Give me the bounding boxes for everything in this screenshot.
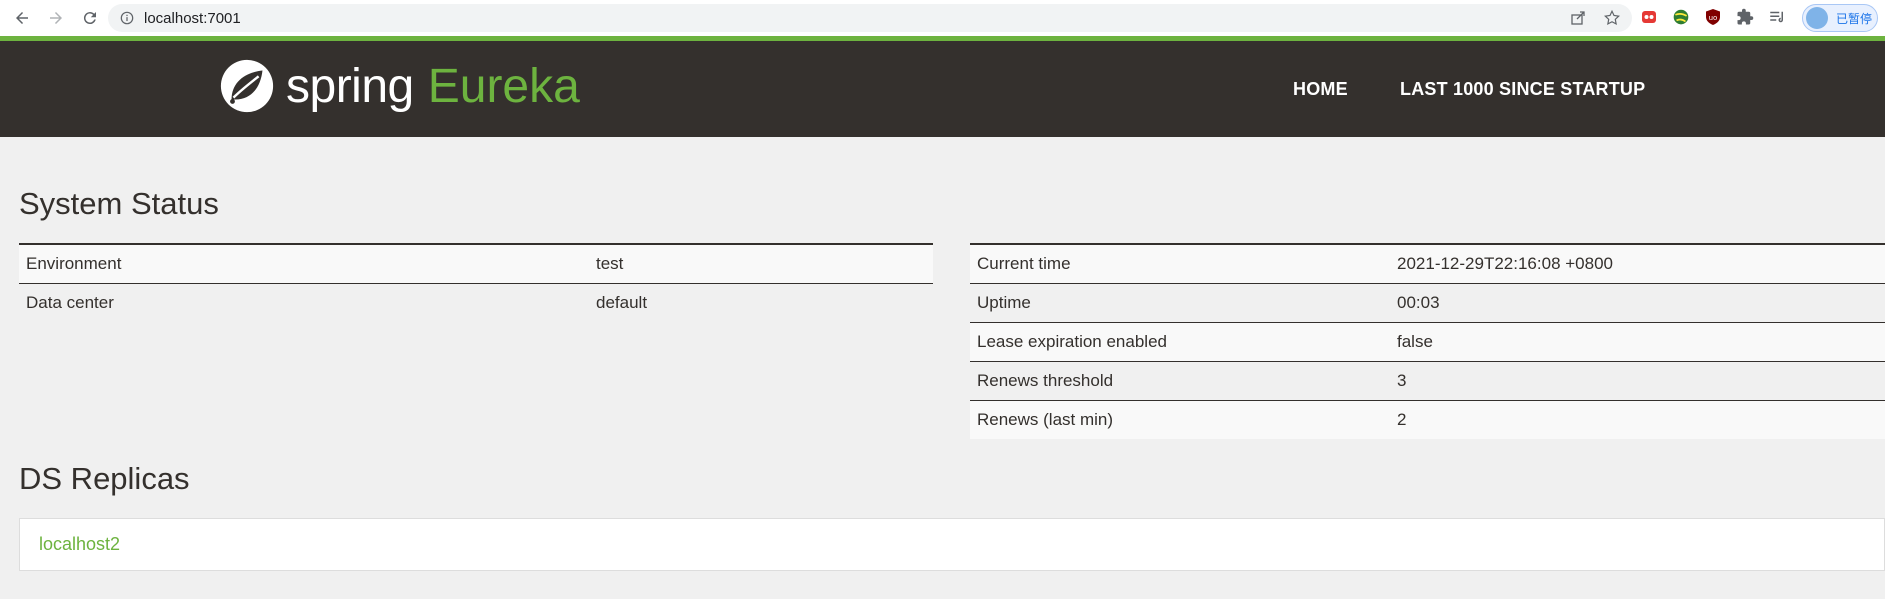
ds-replicas-heading: DS Replicas xyxy=(19,461,190,496)
status-value: 2021-12-29T22:16:08 +0800 xyxy=(1397,253,1613,273)
nav-home-link[interactable]: HOME xyxy=(1293,79,1348,100)
url-text: localhost:7001 xyxy=(144,9,241,27)
status-value: 3 xyxy=(1397,370,1407,390)
forward-icon[interactable] xyxy=(42,4,70,32)
info-icon[interactable] xyxy=(120,11,134,25)
browser-toolbar: localhost:7001 uo 已暂停 xyxy=(0,0,1885,36)
status-row: Environment test xyxy=(19,244,933,283)
status-value: 2 xyxy=(1397,409,1407,429)
bookmark-star-icon[interactable] xyxy=(1602,8,1622,28)
status-label: Lease expiration enabled xyxy=(977,331,1167,351)
status-value: false xyxy=(1397,331,1433,351)
ds-replicas-list: localhost2 xyxy=(19,518,1885,571)
nav-last-1000-link[interactable]: LAST 1000 SINCE STARTUP xyxy=(1400,79,1645,100)
avatar xyxy=(1806,7,1828,29)
spring-leaf-icon xyxy=(220,59,274,113)
brand-logo[interactable]: spring Eureka xyxy=(218,55,580,117)
extensions-puzzle-icon[interactable] xyxy=(1734,6,1756,28)
status-value: default xyxy=(596,292,648,312)
status-row: Current time 2021-12-29T22:16:08 +0800 xyxy=(970,244,1885,283)
status-row: Uptime 00:03 xyxy=(970,283,1885,322)
brand-spring-text: spring xyxy=(286,59,414,113)
profile-status-label: 已暂停 xyxy=(1836,11,1873,26)
status-label: Renews (last min) xyxy=(977,409,1114,429)
back-icon[interactable] xyxy=(8,4,36,32)
status-label: Environment xyxy=(26,253,122,273)
share-icon[interactable] xyxy=(1568,8,1588,28)
reload-icon[interactable] xyxy=(76,4,104,32)
status-row: Renews (last min) 2 xyxy=(970,400,1885,439)
system-status-heading: System Status xyxy=(19,186,219,221)
svg-text:uo: uo xyxy=(1709,14,1718,22)
system-status-right-table: Current time 2021-12-29T22:16:08 +0800 Upt… xyxy=(970,243,1885,439)
replica-link[interactable]: localhost2 xyxy=(39,534,120,555)
status-value: test xyxy=(596,253,624,273)
address-bar[interactable]: localhost:7001 xyxy=(108,4,1632,32)
status-label: Uptime xyxy=(977,292,1031,312)
brand-eureka-text: Eureka xyxy=(427,59,580,113)
ublock-icon[interactable]: uo xyxy=(1702,6,1724,28)
extension-globe-icon[interactable] xyxy=(1670,6,1692,28)
extension-red-icon[interactable] xyxy=(1638,6,1660,28)
status-label: Data center xyxy=(26,292,114,312)
status-row: Lease expiration enabled false xyxy=(970,322,1885,361)
reading-list-icon[interactable] xyxy=(1766,6,1788,28)
profile-button[interactable]: 已暂停 xyxy=(1802,4,1878,32)
status-row: Renews threshold 3 xyxy=(970,361,1885,400)
status-row: Data center default xyxy=(19,283,933,322)
status-label: Renews threshold xyxy=(977,370,1114,390)
system-status-left-table: Environment test Data center default xyxy=(19,243,933,322)
status-label: Current time xyxy=(977,253,1071,273)
navbar: spring Eureka HOME LAST 1000 SINCE START… xyxy=(0,41,1885,137)
status-value: 00:03 xyxy=(1397,292,1440,312)
